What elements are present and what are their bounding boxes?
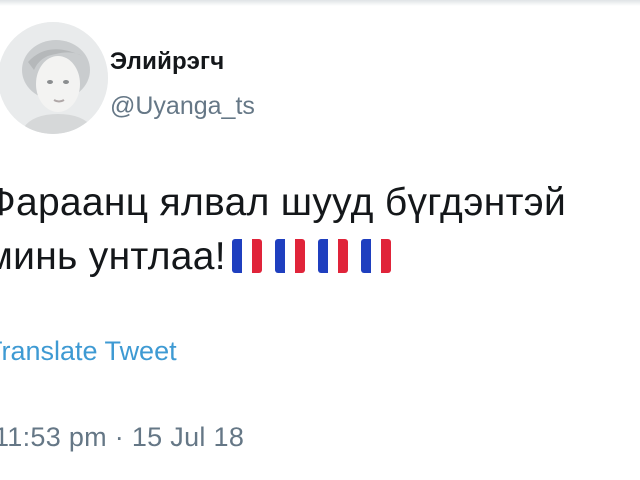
flag-france-icon xyxy=(231,239,262,273)
avatar[interactable] xyxy=(0,22,108,134)
avatar-photo-icon xyxy=(0,22,108,134)
tweet-text-line-1: Фараанц ялвал шууд бүгдэнтэй xyxy=(0,181,567,224)
tweet-text-line-2: минь унтлаа! xyxy=(0,235,226,278)
author-display-name[interactable]: Элийрэгч xyxy=(110,48,224,76)
flag-france-icon xyxy=(274,239,305,273)
translate-tweet-link[interactable]: Translate Tweet xyxy=(0,336,177,367)
flag-emoji-group xyxy=(231,234,404,288)
flag-france-icon xyxy=(317,239,348,273)
tweet-text: Фараанц ялвал шууд бүгдэнтэй минь унтлаа… xyxy=(0,176,640,288)
flag-france-icon xyxy=(360,239,391,273)
top-divider xyxy=(0,0,640,6)
tweet-timestamp[interactable]: 11:53 pm · 15 Jul 18 xyxy=(0,422,244,453)
author-handle[interactable]: @Uyanga_ts xyxy=(110,92,255,121)
